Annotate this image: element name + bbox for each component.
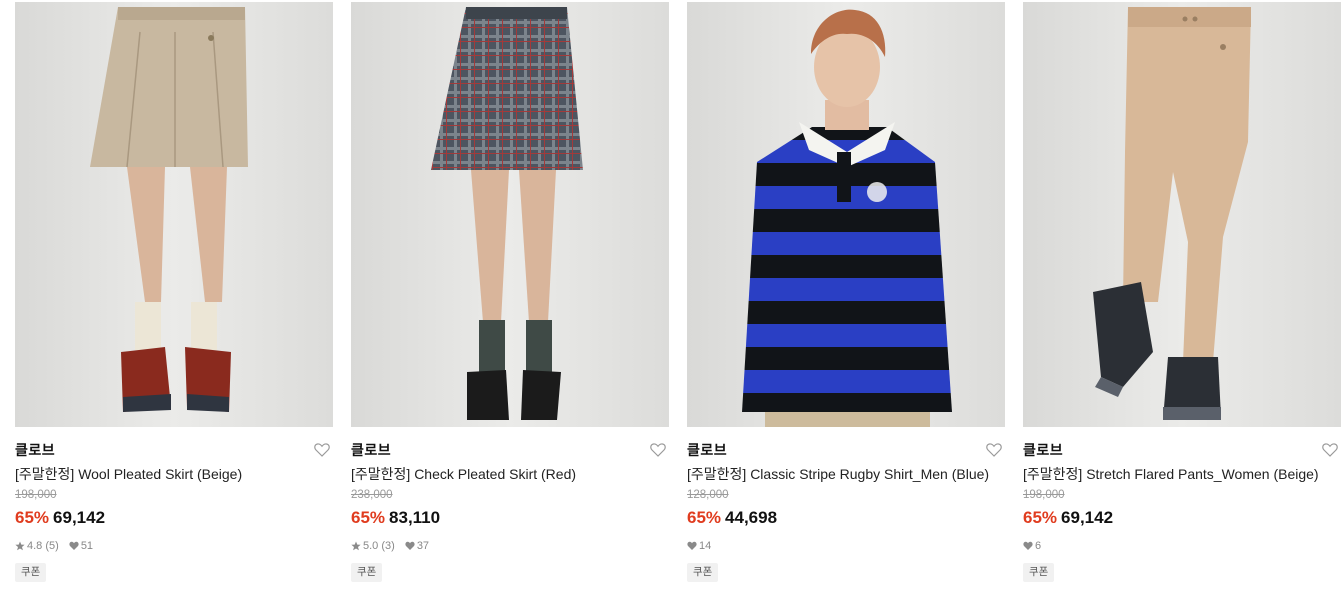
product-info: 클로브 [주말한정] Stretch Flared Pants_Women (B… <box>1023 427 1341 582</box>
star-icon <box>15 541 25 551</box>
review-count: (3) <box>381 540 395 552</box>
price-row: 65% 69,142 <box>15 508 333 528</box>
review-count: (5) <box>45 540 59 552</box>
discount-rate: 65% <box>351 508 386 527</box>
heart-outline-icon[interactable] <box>1322 443 1338 457</box>
product-title[interactable]: [주말한정] Classic Stripe Rugby Shirt_Men (B… <box>687 465 1005 483</box>
sale-price: 69,142 <box>53 508 106 527</box>
product-title[interactable]: [주말한정] Stretch Flared Pants_Women (Beige… <box>1023 465 1341 483</box>
product-grid: 클로브 [주말한정] Wool Pleated Skirt (Beige) 19… <box>0 0 1344 599</box>
heart-filled-icon <box>687 541 697 551</box>
heart-outline-icon[interactable] <box>650 443 666 457</box>
product-card[interactable]: 클로브 [주말한정] Wool Pleated Skirt (Beige) 19… <box>15 2 333 582</box>
like-count: 6 <box>1035 540 1042 552</box>
brand-name[interactable]: 클로브 <box>15 442 333 458</box>
product-info: 클로브 [주말한정] Wool Pleated Skirt (Beige) 19… <box>15 427 333 582</box>
price-row: 65% 44,698 <box>687 508 1005 528</box>
coupon-badge: 쿠폰 <box>351 563 383 582</box>
product-card[interactable]: 클로브 [주말한정] Classic Stripe Rugby Shirt_Me… <box>687 2 1005 582</box>
heart-filled-icon <box>69 541 79 551</box>
brand-name[interactable]: 클로브 <box>687 442 1005 458</box>
review-meta: 4.8 (5) 51 <box>15 539 333 553</box>
star-icon <box>351 541 361 551</box>
brand-name[interactable]: 클로브 <box>351 442 669 458</box>
product-title[interactable]: [주말한정] Check Pleated Skirt (Red) <box>351 465 669 483</box>
coupon-badge: 쿠폰 <box>1023 563 1055 582</box>
original-price: 238,000 <box>351 489 393 501</box>
sale-price: 83,110 <box>389 508 441 527</box>
original-price: 128,000 <box>687 489 729 501</box>
heart-outline-icon[interactable] <box>314 443 330 457</box>
product-image[interactable] <box>687 2 1005 427</box>
heart-filled-icon <box>1023 541 1033 551</box>
sale-price: 44,698 <box>725 508 778 527</box>
heart-filled-icon <box>405 541 415 551</box>
product-card[interactable]: 클로브 [주말한정] Check Pleated Skirt (Red) 238… <box>351 2 669 582</box>
original-price: 198,000 <box>15 489 57 501</box>
product-title[interactable]: [주말한정] Wool Pleated Skirt (Beige) <box>15 465 333 483</box>
price-row: 65% 83,110 <box>351 508 669 528</box>
sale-price: 69,142 <box>1061 508 1114 527</box>
product-image[interactable] <box>15 2 333 427</box>
product-info: 클로브 [주말한정] Check Pleated Skirt (Red) 238… <box>351 427 669 582</box>
price-row: 65% 69,142 <box>1023 508 1341 528</box>
coupon-badge: 쿠폰 <box>687 563 719 582</box>
rating-value: 4.8 <box>27 540 43 552</box>
discount-rate: 65% <box>1023 508 1058 527</box>
product-card[interactable]: 클로브 [주말한정] Stretch Flared Pants_Women (B… <box>1023 2 1341 582</box>
product-image[interactable] <box>1023 2 1341 427</box>
original-price: 198,000 <box>1023 489 1065 501</box>
product-image[interactable] <box>351 2 669 427</box>
discount-rate: 65% <box>15 508 50 527</box>
product-info: 클로브 [주말한정] Classic Stripe Rugby Shirt_Me… <box>687 427 1005 582</box>
heart-outline-icon[interactable] <box>986 443 1002 457</box>
coupon-badge: 쿠폰 <box>15 563 47 582</box>
like-count: 37 <box>416 540 430 552</box>
like-count: 51 <box>80 540 94 552</box>
brand-name[interactable]: 클로브 <box>1023 442 1341 458</box>
review-meta: 6 <box>1023 539 1341 553</box>
like-count: 14 <box>699 540 712 552</box>
review-meta: 14 <box>687 539 1005 553</box>
review-meta: 5.0 (3) 37 <box>351 539 669 553</box>
rating-value: 5.0 <box>363 540 379 552</box>
discount-rate: 65% <box>687 508 722 527</box>
